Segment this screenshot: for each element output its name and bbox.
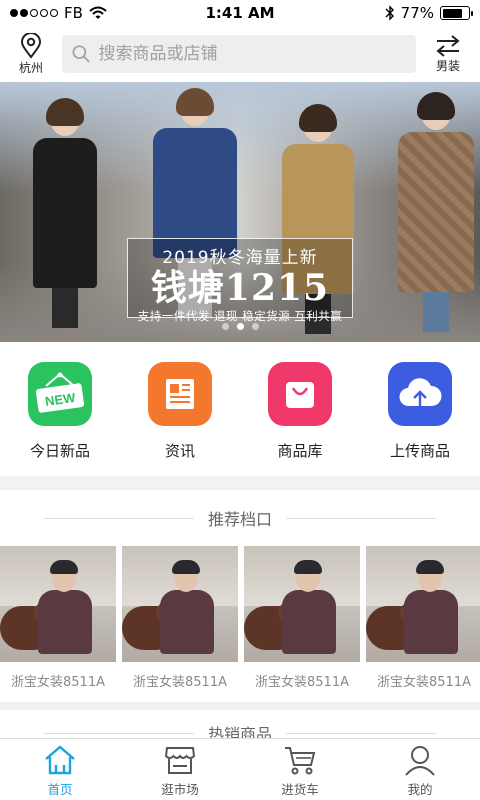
shop-name: 浙宝女装8511A bbox=[255, 675, 349, 690]
shop-name: 浙宝女装8511A bbox=[133, 675, 227, 690]
search-icon bbox=[72, 45, 90, 63]
bluetooth-icon bbox=[385, 5, 394, 21]
swap-arrows-icon bbox=[436, 34, 460, 57]
tab-cart[interactable]: 进货车 bbox=[240, 739, 360, 800]
quick-link-new-today[interactable]: NEW 今日新品 bbox=[0, 342, 120, 476]
shop-photo bbox=[0, 546, 116, 662]
quick-link-news[interactable]: 资讯 bbox=[120, 342, 240, 476]
search-box[interactable] bbox=[62, 35, 416, 73]
top-header: 杭州 男装 bbox=[0, 26, 480, 82]
quick-link-label: 资讯 bbox=[164, 442, 195, 460]
banner-caption-sub: 支持一件代发 退现 稳定货源 互利共赢 bbox=[137, 309, 343, 323]
search-input[interactable] bbox=[98, 44, 416, 64]
banner-model-black-coat bbox=[30, 98, 100, 328]
shop-list: 浙宝女装8511A 浙宝女装8511A 浙宝女装8511A 浙宝女装8511A bbox=[0, 546, 480, 690]
status-bar: FB 1:41 AM 77% bbox=[0, 0, 480, 26]
status-left: FB bbox=[10, 4, 107, 22]
banner-model-plaid-coat bbox=[396, 92, 476, 332]
divider bbox=[43, 732, 194, 734]
tab-label: 首页 bbox=[47, 782, 73, 797]
new-badge-icon: NEW bbox=[28, 362, 92, 426]
tab-label: 进货车 bbox=[281, 782, 319, 797]
quick-links: NEW 今日新品 资讯 商品库 上传商品 bbox=[0, 342, 480, 476]
shop-photo bbox=[122, 546, 238, 662]
shop-name: 浙宝女装8511A bbox=[11, 675, 105, 690]
shop-card[interactable]: 浙宝女装8511A bbox=[244, 546, 360, 690]
location-pin-icon bbox=[20, 32, 42, 59]
bottom-tab-bar: 首页 逛市场 进货车 我的 bbox=[0, 738, 480, 800]
cloud-upload-icon bbox=[388, 362, 452, 426]
tab-label: 逛市场 bbox=[161, 782, 199, 797]
market-icon bbox=[164, 747, 196, 774]
carrier-label: FB bbox=[64, 4, 83, 22]
location-selector[interactable]: 杭州 bbox=[10, 32, 52, 76]
quick-link-product-library[interactable]: 商品库 bbox=[240, 342, 360, 476]
divider bbox=[286, 517, 436, 519]
shop-photo bbox=[244, 546, 360, 662]
tab-label: 我的 bbox=[407, 782, 433, 797]
shop-card[interactable]: 浙宝女装8511A bbox=[122, 546, 238, 690]
pager-dot[interactable] bbox=[251, 323, 259, 330]
battery-percent: 77% bbox=[400, 4, 434, 22]
battery-fill bbox=[442, 8, 462, 18]
banner-caption-main: 钱塘1215 bbox=[150, 267, 330, 309]
shop-name: 浙宝女装8511A bbox=[377, 675, 471, 690]
quick-link-label: 商品库 bbox=[277, 442, 323, 460]
divider bbox=[286, 732, 436, 734]
banner-pager[interactable] bbox=[0, 323, 480, 330]
divider bbox=[43, 517, 194, 519]
shop-card[interactable]: 浙宝女装8511A bbox=[0, 546, 116, 690]
quick-link-label: 今日新品 bbox=[29, 442, 90, 460]
hot-products-section: 热销商品 bbox=[0, 710, 480, 740]
shopping-bag-icon bbox=[268, 362, 332, 426]
battery-icon bbox=[440, 6, 473, 20]
section-header: 热销商品 bbox=[0, 710, 480, 740]
category-switch-button[interactable]: 男装 bbox=[426, 34, 470, 74]
shop-photo bbox=[366, 546, 480, 662]
wifi-icon bbox=[89, 6, 107, 19]
shop-card[interactable]: 浙宝女装8511A bbox=[366, 546, 480, 690]
news-icon bbox=[148, 362, 212, 426]
status-right: 77% bbox=[385, 4, 473, 22]
recommended-shops-section: 推荐档口 浙宝女装8511A 浙宝女装8511A 浙宝女装8511A 浙宝女装8… bbox=[0, 490, 480, 702]
signal-dots-icon bbox=[10, 9, 58, 17]
profile-icon bbox=[405, 746, 435, 776]
section-header: 推荐档口 bbox=[0, 490, 480, 546]
promo-banner[interactable]: 2019秋冬海量上新 钱塘1215 支持一件代发 退现 稳定货源 互利共赢 bbox=[0, 82, 480, 342]
pager-dot[interactable] bbox=[221, 323, 229, 330]
banner-caption-top: 2019秋冬海量上新 bbox=[162, 248, 318, 268]
quick-link-label: 上传商品 bbox=[389, 442, 450, 460]
location-label: 杭州 bbox=[18, 60, 43, 75]
tab-profile[interactable]: 我的 bbox=[360, 739, 480, 800]
switch-label: 男装 bbox=[435, 58, 460, 73]
tab-market[interactable]: 逛市场 bbox=[120, 739, 240, 800]
cart-icon bbox=[285, 747, 316, 775]
home-icon bbox=[45, 745, 75, 775]
tab-home[interactable]: 首页 bbox=[0, 739, 120, 800]
section-title: 推荐档口 bbox=[207, 510, 272, 529]
pager-dot[interactable] bbox=[236, 323, 244, 330]
quick-link-upload-product[interactable]: 上传商品 bbox=[360, 342, 480, 476]
banner-caption: 2019秋冬海量上新 钱塘1215 支持一件代发 退现 稳定货源 互利共赢 bbox=[127, 238, 353, 323]
